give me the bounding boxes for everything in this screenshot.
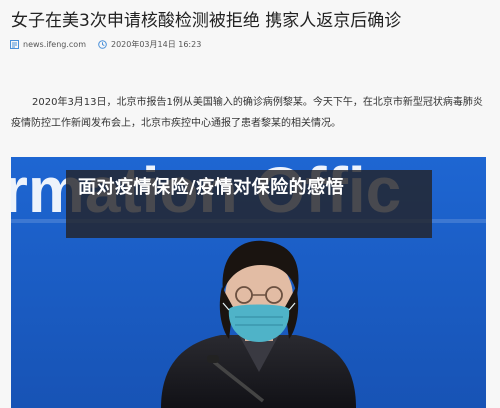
newspaper-icon [10, 39, 19, 49]
article-meta: news.ifeng.com 2020年03月14日 16:23 [10, 37, 201, 51]
clock-icon [98, 39, 107, 49]
article-paragraph: 2020年3月13日，北京市报告1例从美国输入的确诊病例黎某。今天下午，在北京市… [11, 97, 483, 129]
overlay-banner: 面对疫情保险/疫情对保险的感悟 [66, 170, 432, 238]
article-datetime: 2020年03月14日 16:23 [110, 39, 202, 49]
article-title: 女子在美3次申请核酸检测被拒绝 携家人返京后确诊 [11, 11, 402, 31]
article-source[interactable]: news.ifeng.com [23, 40, 86, 49]
page: 女子在美3次申请核酸检测被拒绝 携家人返京后确诊 news.ifeng.com … [0, 0, 500, 408]
